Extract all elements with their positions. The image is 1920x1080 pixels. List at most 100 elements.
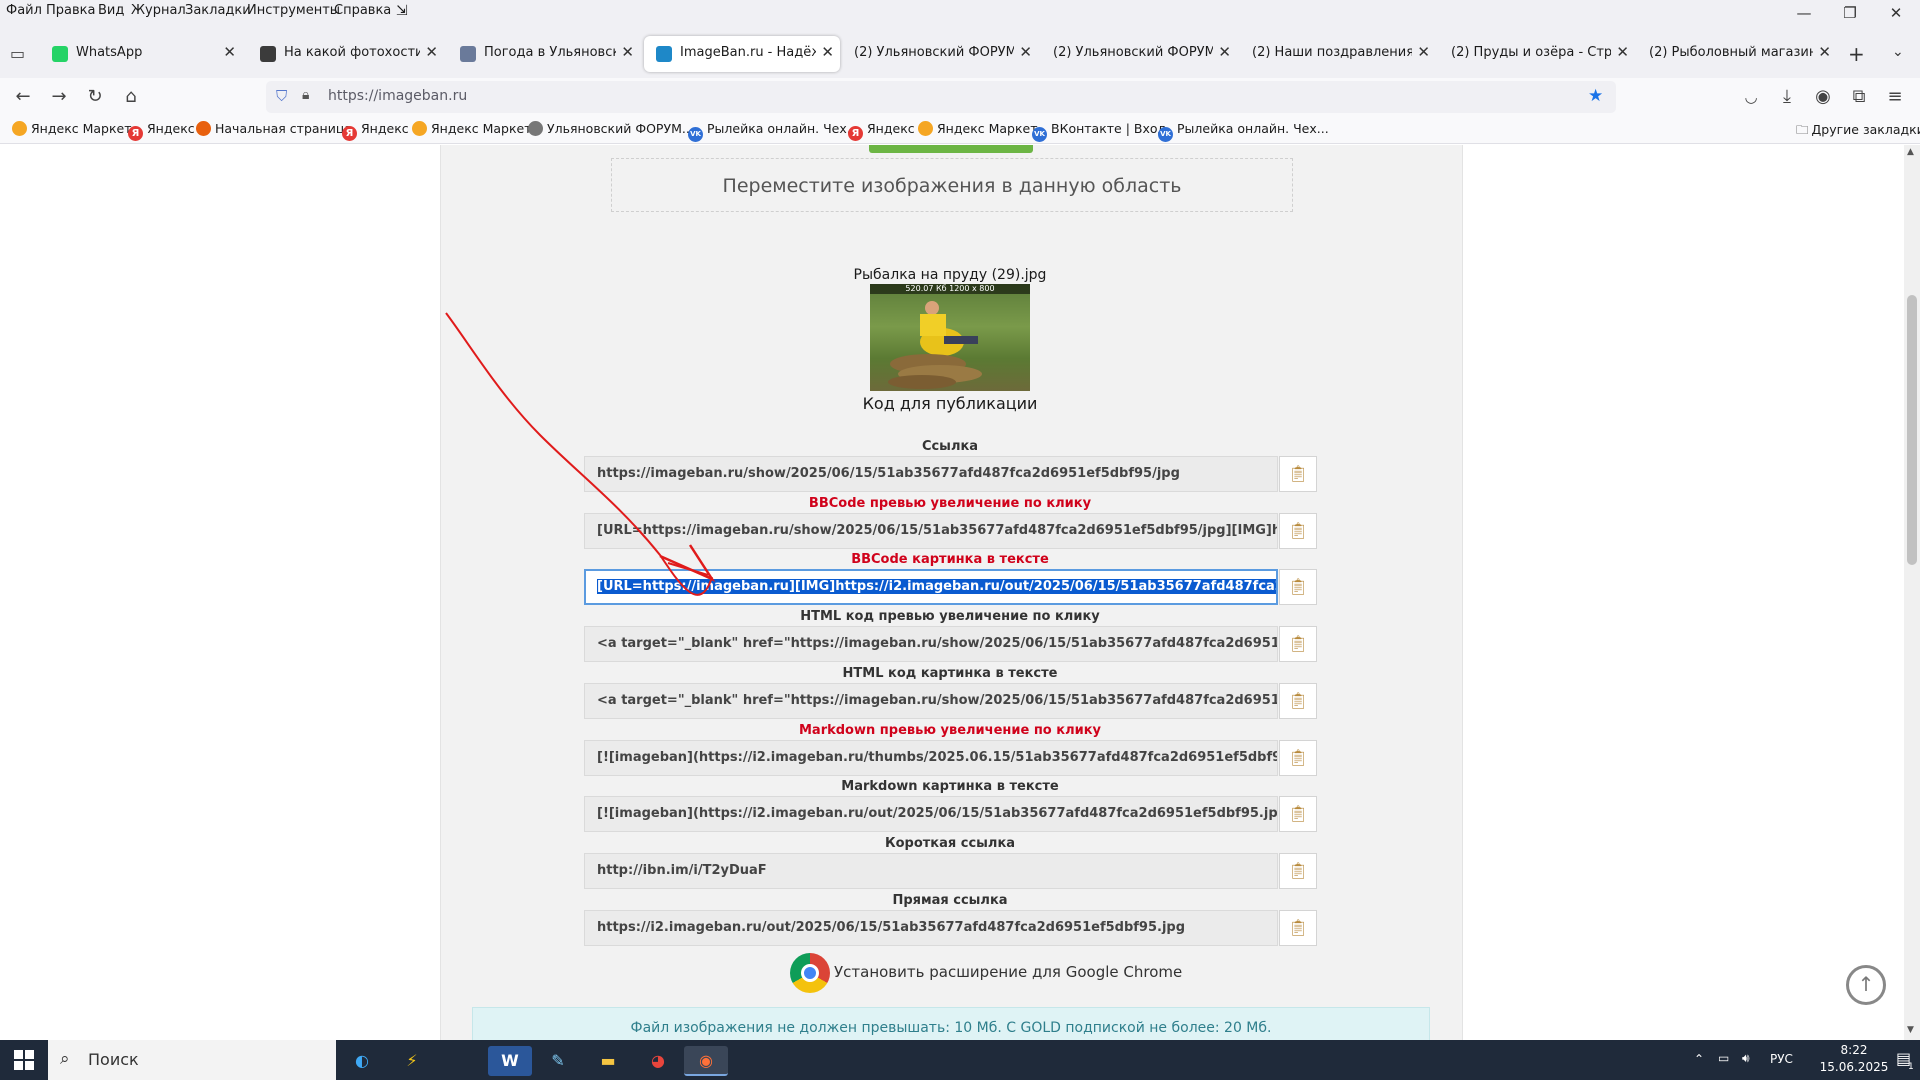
bookmark-item[interactable]: Я Яндекс [128, 121, 195, 141]
tab-label: (2) Наши поздравления с пра [1252, 45, 1412, 60]
menu-bookmarks[interactable]: Закладки [185, 3, 251, 18]
other-bookmarks[interactable]: 🗀︎ Другие закладки [1796, 121, 1920, 142]
menu-view[interactable]: Вид [98, 3, 124, 18]
menu-help[interactable]: Справка [334, 3, 391, 18]
extensions-icon[interactable]: ⧉ [1846, 84, 1872, 110]
tab-close-icon[interactable]: ✕ [821, 43, 834, 61]
navigation-bar: ← → ↻ ⌂ ⛉ 🔒︎ https://imageban.ru ★ ◡ ⤓ ◉… [0, 78, 1920, 116]
paint-icon[interactable]: ✎ [536, 1046, 580, 1076]
tab-favicon-icon [52, 46, 68, 62]
address-bar[interactable]: ⛉ 🔒︎ https://imageban.ru ★ [266, 81, 1616, 113]
tab-list-chevron-icon[interactable]: ⌄ [1892, 44, 1904, 60]
bookmark-favicon-icon [918, 121, 933, 136]
pocket-icon[interactable]: ◡ [1738, 84, 1764, 110]
bookmark-item[interactable]: Я Яндекс [342, 121, 409, 141]
edge-icon[interactable]: ◐ [340, 1046, 384, 1076]
bookmark-item[interactable]: Я Яндекс [848, 121, 915, 141]
menu-tools[interactable]: Инструменты [247, 3, 340, 18]
bookmark-label: Яндекс [867, 121, 915, 136]
network-icon[interactable]: ▭ [1718, 1051, 1729, 1065]
page-content: Переместите изображения в данную область… [0, 145, 1904, 1040]
menu-edit[interactable]: Правка [46, 3, 95, 18]
tab-close-icon[interactable]: ✕ [1019, 43, 1032, 61]
bookmark-label: Рылейка онлайн. Чех... [707, 121, 859, 136]
bookmark-item[interactable]: VK Рылейка онлайн. Чех... [1158, 121, 1329, 142]
lock-icon[interactable]: 🔒︎ [302, 87, 309, 103]
tab-7[interactable]: (2) Пруды и озёра - Страница ✕ [1439, 36, 1635, 72]
windows-start-icon[interactable] [14, 1050, 34, 1070]
bookmark-favicon-icon: Я [848, 126, 863, 141]
tab-close-icon[interactable]: ✕ [1616, 43, 1629, 61]
other-bookmarks-label: Другие закладки [1811, 122, 1920, 137]
scroll-up-icon[interactable]: ▲ [1907, 147, 1914, 157]
language-indicator[interactable]: РУС [1770, 1052, 1793, 1066]
forward-button[interactable]: → [46, 84, 72, 110]
bookmark-item[interactable]: Яндекс Маркет [918, 121, 1038, 136]
bookmark-favicon-icon: Я [128, 126, 143, 141]
bookmark-item[interactable]: Ульяновский ФОРУМ... [528, 121, 694, 136]
bookmark-item[interactable]: Яндекс Маркет [12, 121, 132, 136]
bookmark-item[interactable]: VK Рылейка онлайн. Чех... [688, 121, 859, 142]
tab-overview-icon[interactable]: ▭ [10, 44, 25, 63]
downloads-icon[interactable]: ⤓ [1774, 84, 1800, 110]
volume-icon[interactable]: 🔊︎ [1742, 1051, 1750, 1066]
word-icon[interactable]: W [488, 1046, 532, 1076]
tab-6[interactable]: (2) Наши поздравления с пра ✕ [1240, 36, 1436, 72]
firefox-icon[interactable]: ◉ [684, 1046, 728, 1076]
shield-icon[interactable]: ⛉ [276, 87, 287, 105]
bookmark-favicon-icon: Я [342, 126, 357, 141]
minimize-button[interactable]: — [1784, 4, 1824, 22]
scrollbar-thumb[interactable] [1907, 295, 1917, 565]
bookmark-item[interactable]: VK ВКонтакте | Вход [1032, 121, 1166, 142]
folder-icon: 🗀︎ [1796, 122, 1809, 137]
taskbar-search[interactable]: ⌕ Поиск [48, 1040, 336, 1080]
bookmark-item[interactable]: Яндекс Маркет [412, 121, 532, 136]
tab-0[interactable]: WhatsApp ✕ [40, 36, 242, 72]
bookmark-star-icon[interactable]: ★ [1588, 86, 1603, 106]
tab-8[interactable]: (2) Рыболовный магазин "Рыб ✕ [1637, 36, 1837, 72]
menu-icon[interactable]: ≡ [1882, 84, 1908, 110]
tab-4[interactable]: (2) Ульяновский ФОРУМ люб ✕ [842, 36, 1038, 72]
tab-3[interactable]: ImageBan.ru - Надёжный ✕ [644, 36, 840, 72]
bookmark-favicon-icon [12, 121, 27, 136]
tab-label: ImageBan.ru - Надёжный [680, 45, 816, 60]
tab-close-icon[interactable]: ✕ [1818, 43, 1831, 61]
chrome-icon[interactable]: ◕ [636, 1046, 680, 1076]
clock-time[interactable]: 8:22 [1826, 1043, 1882, 1057]
home-icon[interactable]: ⌂ [118, 84, 144, 110]
clock-date[interactable]: 15.06.2025 [1812, 1060, 1896, 1074]
tab-close-icon[interactable]: ✕ [1218, 43, 1231, 61]
menu-bar: Файл Правка Вид Журнал Закладки Инструме… [0, 0, 1920, 30]
back-button[interactable]: ← [10, 84, 36, 110]
bookmark-label: Яндекс [147, 121, 195, 136]
tab-favicon-icon [260, 46, 276, 62]
bookmark-label: ВКонтакте | Вход [1051, 121, 1167, 136]
tray-chevron-icon[interactable]: ⌃ [1694, 1052, 1704, 1066]
sign-in-icon[interactable]: ⇲ [396, 3, 408, 19]
bookmark-item[interactable]: Начальная страница [196, 121, 352, 136]
url-text[interactable]: https://imageban.ru [328, 88, 467, 104]
tab-close-icon[interactable]: ✕ [223, 43, 236, 61]
bookmark-label: Яндекс Маркет [31, 121, 132, 136]
tab-close-icon[interactable]: ✕ [621, 43, 634, 61]
app-icon[interactable]: ⚡ [390, 1046, 434, 1076]
maximize-button[interactable]: ❐ [1830, 4, 1870, 22]
bookmark-favicon-icon [196, 121, 211, 136]
menu-history[interactable]: Журнал [131, 3, 186, 18]
tab-2[interactable]: Погода в Ульяновске - РП ✕ [448, 36, 640, 72]
new-tab-button[interactable]: + [1848, 42, 1865, 66]
tab-1[interactable]: На какой фотохостинг зал ✕ [248, 36, 444, 72]
account-icon[interactable]: ◉ [1810, 84, 1836, 110]
page-scrollbar[interactable]: ▲ ▼ [1904, 145, 1920, 1040]
tab-close-icon[interactable]: ✕ [425, 43, 438, 61]
bookmark-label: Яндекс Маркет [431, 121, 532, 136]
reload-button[interactable]: ↻ [82, 84, 108, 110]
tab-5[interactable]: (2) Ульяновский ФОРУМ люб ✕ [1041, 36, 1237, 72]
tab-close-icon[interactable]: ✕ [1417, 43, 1430, 61]
system-tray: ⌃ ▭ 🔊︎ РУС 8:22 15.06.2025 ▤ 1 [1690, 1040, 1920, 1080]
menu-file[interactable]: Файл [6, 3, 42, 18]
scroll-down-icon[interactable]: ▼ [1907, 1025, 1914, 1035]
file-explorer-icon[interactable]: ▬ [586, 1046, 630, 1076]
bookmark-favicon-icon: VK [1158, 127, 1173, 142]
close-window-button[interactable]: ✕ [1876, 4, 1916, 22]
